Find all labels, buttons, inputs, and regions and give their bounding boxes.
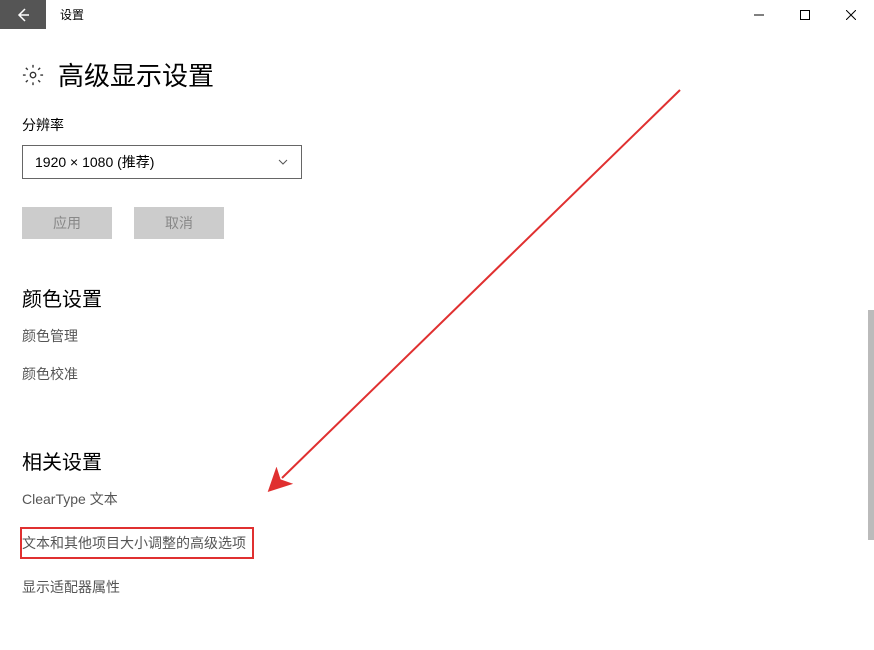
cancel-button[interactable]: 取消	[134, 207, 224, 239]
minimize-icon	[754, 10, 764, 20]
back-button[interactable]	[0, 0, 46, 29]
adapter-link[interactable]: 显示适配器属性	[22, 577, 120, 597]
chevron-down-icon	[277, 156, 289, 168]
text-size-link[interactable]: 文本和其他项目大小调整的高级选项	[20, 527, 254, 559]
color-management-link[interactable]: 颜色管理	[22, 326, 78, 346]
close-button[interactable]	[828, 0, 874, 29]
apply-button[interactable]: 应用	[22, 207, 112, 239]
page-header: 高级显示设置	[22, 56, 852, 93]
scrollbar-thumb[interactable]	[868, 310, 874, 540]
related-section-title: 相关设置	[22, 446, 852, 475]
cleartype-link[interactable]: ClearType 文本	[22, 489, 118, 509]
close-icon	[846, 10, 856, 20]
gear-icon	[22, 64, 44, 86]
window-title: 设置	[46, 0, 98, 29]
window-controls	[736, 0, 874, 29]
color-section-title: 颜色设置	[22, 283, 852, 312]
maximize-button[interactable]	[782, 0, 828, 29]
scrollbar[interactable]	[868, 120, 874, 650]
resolution-value: 1920 × 1080 (推荐)	[35, 152, 154, 172]
minimize-button[interactable]	[736, 0, 782, 29]
color-calibration-link[interactable]: 颜色校准	[22, 364, 78, 384]
arrow-left-icon	[15, 7, 31, 23]
maximize-icon	[800, 10, 810, 20]
content-area: 高级显示设置 分辨率 1920 × 1080 (推荐) 应用 取消 颜色设置 颜…	[0, 30, 874, 621]
resolution-label: 分辨率	[22, 115, 852, 135]
button-row: 应用 取消	[22, 207, 852, 239]
page-title: 高级显示设置	[58, 56, 214, 93]
resolution-dropdown[interactable]: 1920 × 1080 (推荐)	[22, 145, 302, 179]
titlebar: 设置	[0, 0, 874, 30]
